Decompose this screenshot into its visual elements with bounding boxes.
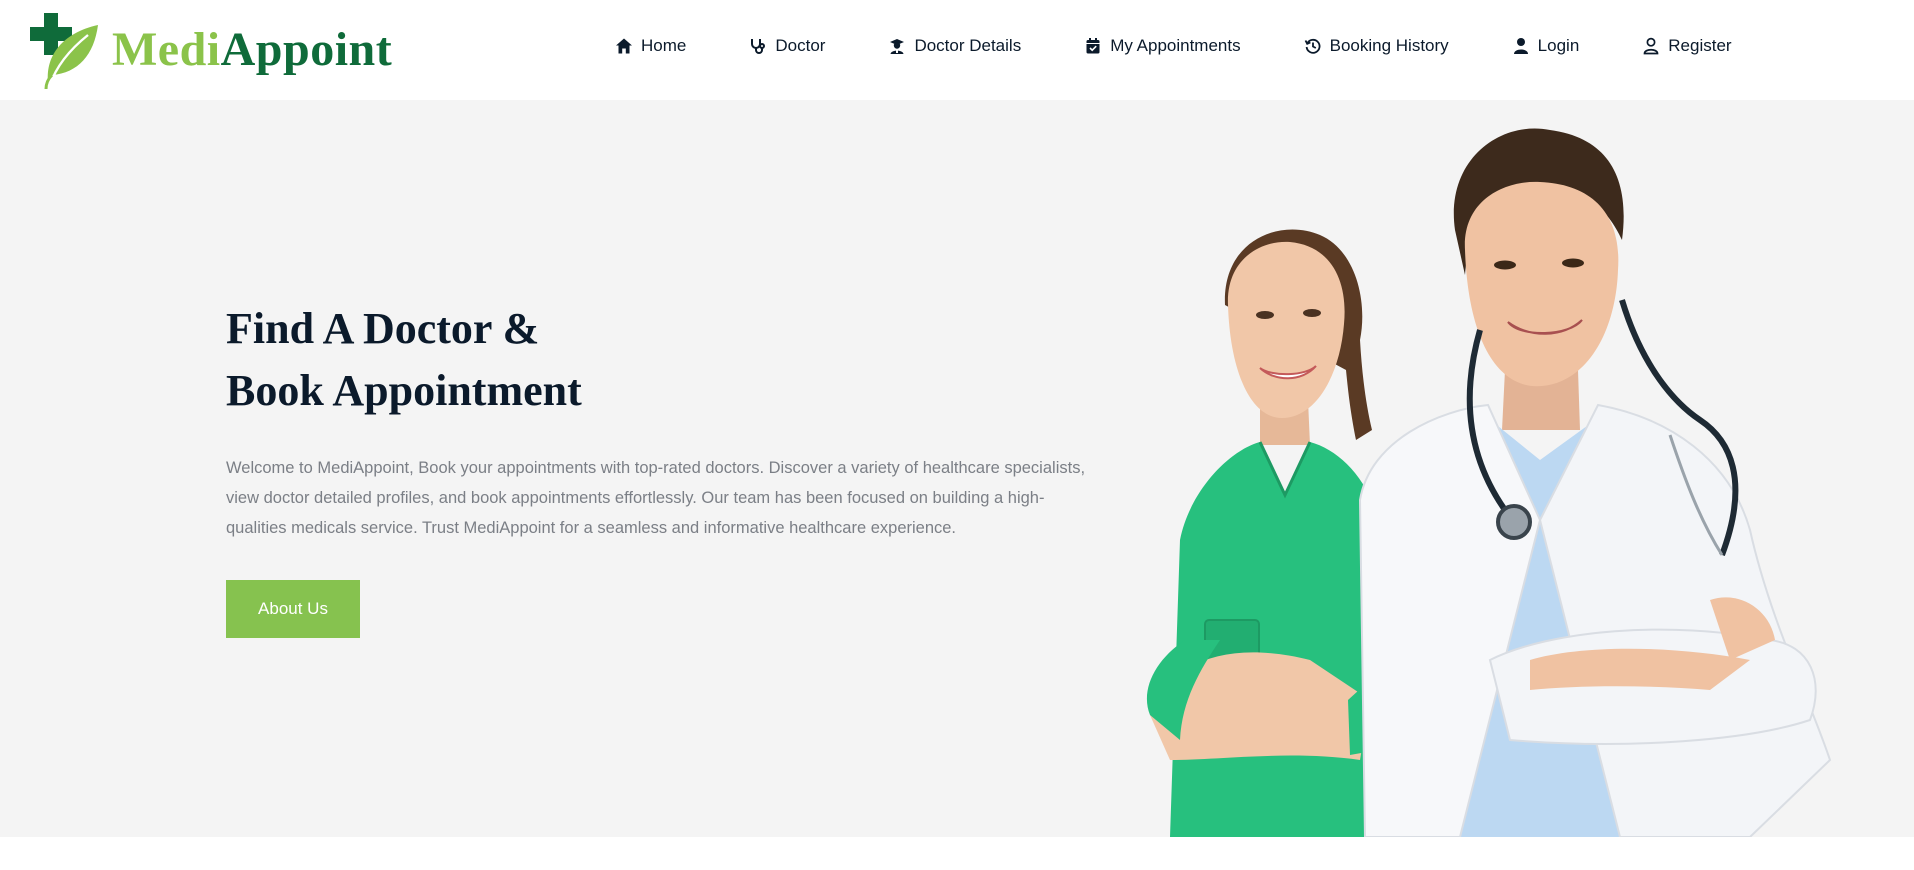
nav-my-appointments-label: My Appointments [1110, 36, 1241, 55]
nav-doctor-label: Doctor [775, 36, 826, 55]
user-outline-icon [1641, 36, 1661, 56]
cross-leaf-logo-icon [30, 13, 98, 89]
nav-booking-history-label: Booking History [1329, 36, 1449, 55]
nav-register-label: Register [1668, 36, 1732, 55]
hero-title-line2: Book Appointment [226, 366, 582, 415]
nav-login-label: Login [1537, 36, 1580, 55]
home-icon [614, 36, 634, 56]
nav-register[interactable]: Register [1641, 36, 1732, 56]
nav-home[interactable]: Home [614, 36, 686, 56]
user-solid-icon [1511, 36, 1531, 56]
doctor-icon [887, 36, 907, 56]
nav-login[interactable]: Login [1511, 36, 1580, 56]
nav-booking-history[interactable]: Booking History [1303, 36, 1449, 56]
nav-home-label: Home [641, 36, 687, 55]
nav-doctor[interactable]: Doctor [748, 36, 825, 56]
calendar-check-icon [1083, 36, 1103, 56]
hero-title-line1: Find A Doctor & [226, 304, 540, 353]
brand-name: MediAppoint [112, 26, 392, 74]
brand-name-part1: Medi [112, 23, 221, 76]
hero-title: Find A Doctor & Book Appointment [226, 298, 582, 422]
stethoscope-icon [748, 36, 768, 56]
nav-doctor-details[interactable]: Doctor Details [887, 36, 1021, 56]
about-us-button[interactable]: About Us [226, 580, 360, 638]
doctors-hero-image [1146, 128, 1832, 837]
brand-logo[interactable]: MediAppoint [28, 10, 392, 90]
main-nav: Home Doctor Doctor Details My Appointmen… [614, 36, 1732, 56]
site-header: MediAppoint Home Doctor Doctor Details M… [0, 0, 1914, 100]
history-icon [1303, 36, 1323, 56]
brand-name-part2: Appoint [220, 23, 393, 76]
nav-doctor-details-label: Doctor Details [914, 36, 1022, 55]
hero-description: Welcome to MediAppoint, Book your appoin… [226, 459, 1086, 537]
nav-my-appointments[interactable]: My Appointments [1083, 36, 1241, 56]
hero-section: Find A Doctor & Book Appointment Welcome… [0, 100, 1914, 837]
